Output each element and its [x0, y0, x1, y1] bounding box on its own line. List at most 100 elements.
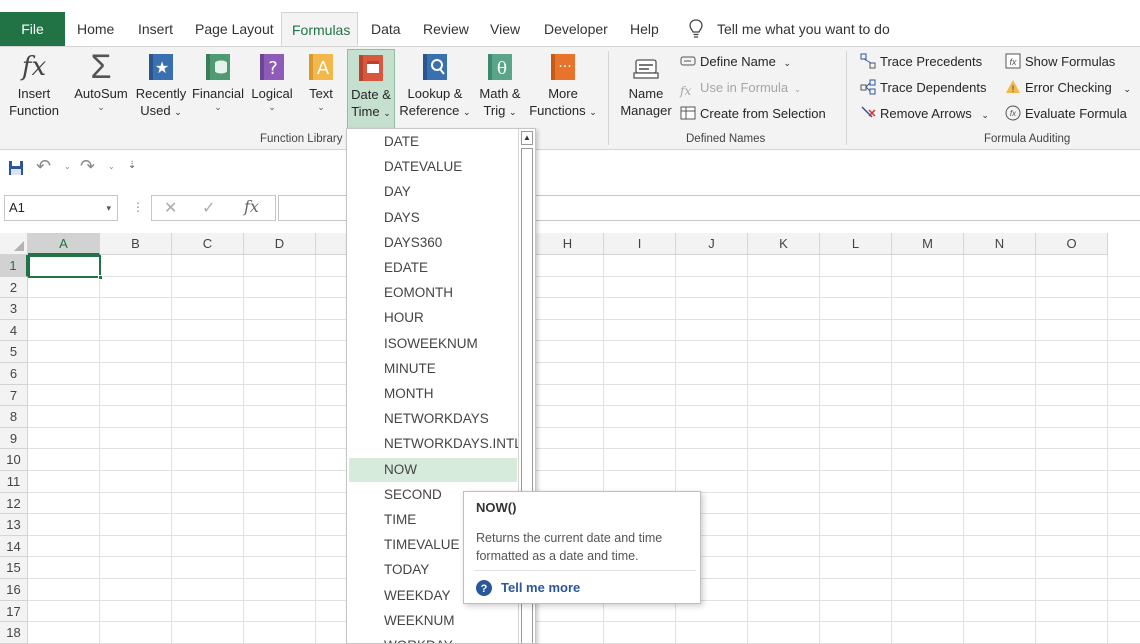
show-formulas-button[interactable]: fx Show Formulas: [1005, 51, 1115, 73]
more-functions-label-1: More: [548, 86, 578, 101]
undo-icon[interactable]: ↶: [36, 156, 51, 177]
function-item-day[interactable]: DAY: [349, 180, 517, 204]
tab-page-layout[interactable]: Page Layout: [185, 12, 284, 46]
function-item-hour[interactable]: HOUR: [349, 306, 517, 330]
chevron-down-icon[interactable]: ⌄: [108, 162, 115, 171]
enter-icon[interactable]: ✓: [202, 198, 215, 218]
tab-help[interactable]: Help: [620, 12, 669, 46]
autosum-button[interactable]: Σ AutoSum ⌄: [72, 50, 130, 112]
financial-button[interactable]: Financial ⌄: [190, 51, 246, 112]
function-item-isoweeknum[interactable]: ISOWEEKNUM: [349, 332, 517, 356]
function-item-days[interactable]: DAYS: [349, 206, 517, 230]
tab-data[interactable]: Data: [361, 12, 411, 46]
gridline-vertical: [1035, 255, 1036, 644]
chevron-down-icon: ⌄: [317, 102, 325, 112]
tab-formulas[interactable]: Formulas: [281, 12, 358, 46]
coins-book-icon: [202, 51, 234, 83]
row-header[interactable]: 10: [0, 449, 28, 471]
column-header[interactable]: L: [820, 233, 892, 255]
logical-button[interactable]: ? Logical ⌄: [248, 51, 296, 112]
name-box[interactable]: A1 ▾: [4, 195, 118, 221]
ribbon-tabs: File Home Insert Page Layout Formulas Da…: [0, 0, 1140, 47]
row-header[interactable]: 18: [0, 622, 28, 644]
column-header[interactable]: N: [964, 233, 1036, 255]
function-item-date[interactable]: DATE: [349, 130, 517, 154]
more-functions-button[interactable]: ··· More Functions ⌄: [528, 51, 598, 121]
insert-function-button[interactable]: fx Insert Function: [4, 51, 64, 119]
column-header[interactable]: I: [604, 233, 676, 255]
column-header[interactable]: C: [172, 233, 244, 255]
row-header[interactable]: 12: [0, 492, 28, 515]
row-header[interactable]: 1: [0, 255, 28, 277]
define-name-button[interactable]: Define Name ⌄: [680, 51, 791, 73]
row-header[interactable]: 8: [0, 406, 28, 428]
row-header[interactable]: 2: [0, 276, 28, 299]
insert-function-icon[interactable]: fx: [244, 197, 259, 216]
save-icon[interactable]: [8, 160, 24, 179]
evaluate-formula-button[interactable]: fx Evaluate Formula: [1005, 103, 1127, 125]
function-item-workday[interactable]: WORKDAY: [349, 634, 517, 643]
cancel-icon[interactable]: ✕: [164, 198, 177, 218]
svg-text:!: !: [1012, 84, 1015, 94]
row-header[interactable]: 7: [0, 384, 28, 407]
function-item-weeknum[interactable]: WEEKNUM: [349, 609, 517, 633]
tab-review[interactable]: Review: [413, 12, 479, 46]
row-header[interactable]: 5: [0, 341, 28, 363]
row-header[interactable]: 16: [0, 579, 28, 601]
column-header[interactable]: O: [1036, 233, 1108, 255]
function-item-networkdays-intl[interactable]: NETWORKDAYS.INTL: [349, 432, 522, 456]
row-header[interactable]: 13: [0, 514, 28, 536]
math-trig-button[interactable]: θ Math & Trig ⌄: [474, 51, 526, 121]
fill-handle[interactable]: [98, 275, 103, 280]
row-header[interactable]: 3: [0, 298, 28, 320]
function-item-now[interactable]: NOW: [349, 457, 517, 482]
customize-qat-icon[interactable]: ⇣: [128, 160, 136, 171]
active-cell-a1[interactable]: [28, 255, 101, 278]
chevron-down-icon[interactable]: ⌄: [64, 162, 71, 171]
create-from-selection-button[interactable]: Create from Selection: [680, 103, 826, 125]
column-header[interactable]: M: [892, 233, 964, 255]
remove-arrows-button[interactable]: Remove Arrows ⌄: [860, 103, 989, 125]
row-header[interactable]: 11: [0, 471, 28, 493]
tab-view[interactable]: View: [480, 12, 530, 46]
date-time-button[interactable]: Date & Time ⌄: [347, 49, 395, 129]
recently-used-button[interactable]: ★ Recently Used ⌄: [134, 51, 188, 121]
column-header[interactable]: A: [28, 233, 100, 255]
column-header[interactable]: B: [100, 233, 172, 255]
function-item-networkdays[interactable]: NETWORKDAYS: [349, 407, 517, 431]
redo-icon[interactable]: ↷: [80, 156, 95, 177]
tab-developer[interactable]: Developer: [534, 12, 618, 46]
trace-dependents-button[interactable]: Trace Dependents: [860, 77, 986, 99]
row-header[interactable]: 14: [0, 535, 28, 558]
tab-file[interactable]: File: [0, 12, 65, 46]
text-button[interactable]: A Text ⌄: [302, 51, 340, 112]
select-all-corner[interactable]: [0, 233, 28, 255]
column-header[interactable]: K: [748, 233, 820, 255]
tab-insert[interactable]: Insert: [128, 12, 183, 46]
row-header[interactable]: 9: [0, 427, 28, 450]
function-item-datevalue[interactable]: DATEVALUE: [349, 155, 517, 179]
chevron-down-icon[interactable]: ▾: [106, 196, 111, 220]
row-header[interactable]: 4: [0, 319, 28, 342]
column-header[interactable]: J: [676, 233, 748, 255]
tab-home[interactable]: Home: [67, 12, 124, 46]
lookup-reference-button[interactable]: Lookup & Reference ⌄: [398, 51, 472, 121]
tell-me-more-link[interactable]: Tell me more: [501, 580, 580, 595]
row-header[interactable]: 15: [0, 557, 28, 579]
tell-me-search[interactable]: Tell me what you want to do: [707, 12, 900, 46]
column-header[interactable]: H: [532, 233, 604, 255]
function-item-edate[interactable]: EDATE: [349, 256, 517, 280]
function-item-month[interactable]: MONTH: [349, 382, 517, 406]
error-checking-button[interactable]: ! Error Checking ⌄: [1005, 77, 1131, 99]
function-item-days360[interactable]: DAYS360: [349, 231, 517, 255]
name-manager-button[interactable]: Name Manager: [616, 51, 676, 119]
row-header[interactable]: 6: [0, 363, 28, 385]
scroll-up-icon[interactable]: ▲: [521, 131, 533, 145]
trace-precedents-button[interactable]: Trace Precedents: [860, 51, 982, 73]
function-item-eomonth[interactable]: EOMONTH: [349, 281, 517, 305]
function-item-minute[interactable]: MINUTE: [349, 357, 517, 381]
math-trig-label-2: Trig ⌄: [483, 103, 517, 118]
column-header[interactable]: D: [244, 233, 316, 255]
use-in-formula-button[interactable]: fx Use in Formula ⌄: [680, 77, 801, 99]
row-header[interactable]: 17: [0, 600, 28, 623]
